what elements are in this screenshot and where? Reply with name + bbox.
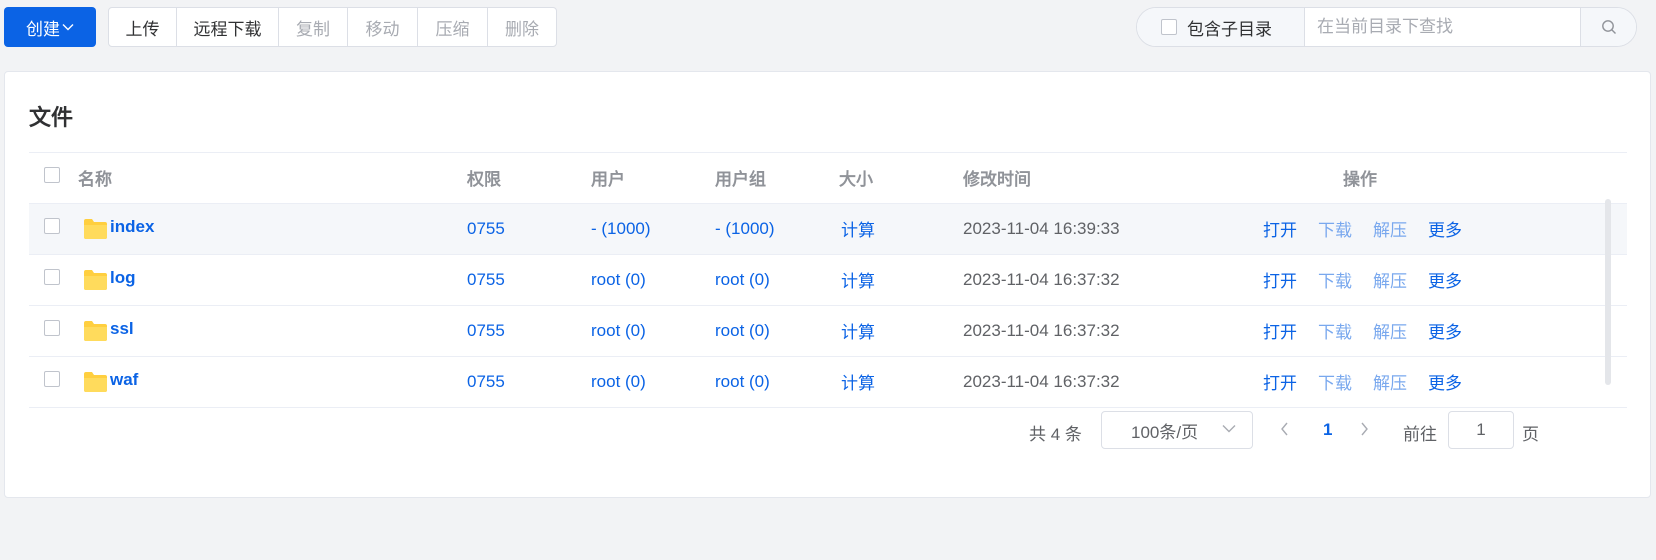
more-action[interactable]: 更多: [1428, 369, 1462, 394]
move-button[interactable]: 移动: [348, 8, 418, 46]
group-link[interactable]: root (0): [715, 372, 770, 391]
table-scrollbar[interactable]: [1605, 199, 1611, 385]
column-header-actions: 操作: [1263, 153, 1627, 204]
include-subdir-label: 包含子目录: [1187, 19, 1272, 39]
table-row[interactable]: waf 0755 root (0) root (0) 计算 2023-11-04 16:3…: [29, 356, 1627, 408]
user-link[interactable]: root (0): [591, 321, 646, 340]
file-name-link[interactable]: index: [110, 217, 154, 237]
more-action[interactable]: 更多: [1428, 267, 1462, 292]
permission-link[interactable]: 0755: [467, 321, 505, 340]
compress-button[interactable]: 压缩: [418, 8, 488, 46]
extract-action[interactable]: 解压: [1373, 216, 1407, 241]
table-row[interactable]: ssl 0755 root (0) root (0) 计算 2023-11-04 16:3…: [29, 305, 1627, 357]
file-name-link[interactable]: log: [110, 268, 136, 288]
open-action[interactable]: 打开: [1263, 318, 1297, 343]
create-button-label: 创建: [26, 19, 60, 39]
user-link[interactable]: root (0): [591, 372, 646, 391]
modified-time: 2023-11-04 16:37:32: [963, 320, 1120, 340]
extract-action[interactable]: 解压: [1373, 369, 1407, 394]
folder-icon: [83, 218, 108, 240]
calculate-size-link[interactable]: 计算: [841, 221, 875, 240]
open-action[interactable]: 打开: [1263, 369, 1297, 394]
include-subdir-toggle[interactable]: 包含子目录: [1137, 8, 1305, 46]
page-suffix-label: 页: [1522, 425, 1539, 444]
table-row[interactable]: log 0755 root (0) root (0) 计算 2023-11-04 16:3…: [29, 254, 1627, 306]
calculate-size-link[interactable]: 计算: [841, 374, 875, 393]
file-action-buttons: 上传 远程下载 复制 移动 压缩 删除: [108, 7, 557, 47]
folder-icon: [83, 269, 108, 291]
delete-button[interactable]: 删除: [488, 8, 556, 46]
next-page-button[interactable]: [1360, 421, 1369, 441]
create-button[interactable]: 创建: [4, 7, 96, 47]
permission-link[interactable]: 0755: [467, 270, 505, 289]
row-checkbox[interactable]: [44, 371, 60, 387]
page-number-current[interactable]: 1: [1323, 420, 1332, 440]
download-action[interactable]: 下载: [1318, 318, 1352, 343]
file-name-link[interactable]: waf: [110, 370, 138, 390]
file-name-link[interactable]: ssl: [110, 319, 134, 339]
file-list-card: 文件 名称 权限 用户 用户组 大小 修改时间 操作 index 0755 - (1…: [4, 71, 1651, 498]
folder-icon: [83, 371, 108, 393]
group-link[interactable]: - (1000): [715, 219, 775, 238]
chevron-down-icon: [62, 23, 74, 31]
folder-icon: [83, 320, 108, 342]
open-action[interactable]: 打开: [1263, 216, 1297, 241]
include-subdir-checkbox[interactable]: [1161, 19, 1177, 35]
pagination: 共 4 条 100条/页 1 前往 页: [5, 411, 1650, 451]
file-table: 名称 权限 用户 用户组 大小 修改时间 操作 index 0755 - (1000…: [29, 153, 1627, 408]
permission-link[interactable]: 0755: [467, 219, 505, 238]
upload-button[interactable]: 上传: [109, 8, 177, 46]
modified-time: 2023-11-04 16:37:32: [963, 371, 1120, 391]
calculate-size-link[interactable]: 计算: [841, 323, 875, 342]
page-size-value: 100条/页: [1131, 422, 1199, 442]
chevron-left-icon: [1280, 422, 1289, 436]
column-header-permission: 权限: [467, 153, 591, 204]
extract-action[interactable]: 解压: [1373, 267, 1407, 292]
group-link[interactable]: root (0): [715, 321, 770, 340]
search-input[interactable]: [1317, 17, 1580, 37]
column-header-size: 大小: [839, 153, 963, 204]
page-title: 文件: [29, 105, 74, 130]
search-box: 包含子目录: [1136, 7, 1637, 47]
download-action[interactable]: 下载: [1318, 267, 1352, 292]
chevron-right-icon: [1360, 422, 1369, 436]
chevron-down-icon: [1222, 424, 1236, 433]
open-action[interactable]: 打开: [1263, 267, 1297, 292]
modified-time: 2023-11-04 16:37:32: [963, 269, 1120, 289]
permission-link[interactable]: 0755: [467, 372, 505, 391]
download-action[interactable]: 下载: [1318, 216, 1352, 241]
extract-action[interactable]: 解压: [1373, 318, 1407, 343]
column-header-modified[interactable]: 修改时间: [963, 153, 1263, 204]
goto-page-field[interactable]: [1448, 411, 1514, 449]
user-link[interactable]: - (1000): [591, 219, 651, 238]
user-link[interactable]: root (0): [591, 270, 646, 289]
search-icon: [1601, 19, 1617, 35]
table-header: 名称 权限 用户 用户组 大小 修改时间 操作: [29, 153, 1627, 204]
column-header-name[interactable]: 名称: [78, 153, 467, 204]
prev-page-button[interactable]: [1280, 421, 1289, 441]
row-checkbox[interactable]: [44, 218, 60, 234]
goto-label: 前往: [1403, 425, 1437, 444]
remote-download-button[interactable]: 远程下载: [177, 8, 279, 46]
more-action[interactable]: 更多: [1428, 216, 1462, 241]
column-header-group: 用户组: [715, 153, 839, 204]
table-row[interactable]: index 0755 - (1000) - (1000) 计算 2023-11-04 16…: [29, 203, 1627, 255]
goto-page-input[interactable]: [1449, 420, 1513, 440]
total-count: 共 4 条: [1029, 425, 1082, 444]
modified-time: 2023-11-04 16:39:33: [963, 218, 1120, 238]
download-action[interactable]: 下载: [1318, 369, 1352, 394]
select-all-checkbox[interactable]: [44, 167, 60, 184]
row-checkbox[interactable]: [44, 269, 60, 285]
more-action[interactable]: 更多: [1428, 318, 1462, 343]
group-link[interactable]: root (0): [715, 270, 770, 289]
page-size-select[interactable]: 100条/页: [1101, 411, 1253, 449]
search-button[interactable]: [1580, 8, 1636, 46]
copy-button[interactable]: 复制: [279, 8, 348, 46]
row-checkbox[interactable]: [44, 320, 60, 336]
calculate-size-link[interactable]: 计算: [841, 272, 875, 291]
column-header-user: 用户: [591, 153, 715, 204]
